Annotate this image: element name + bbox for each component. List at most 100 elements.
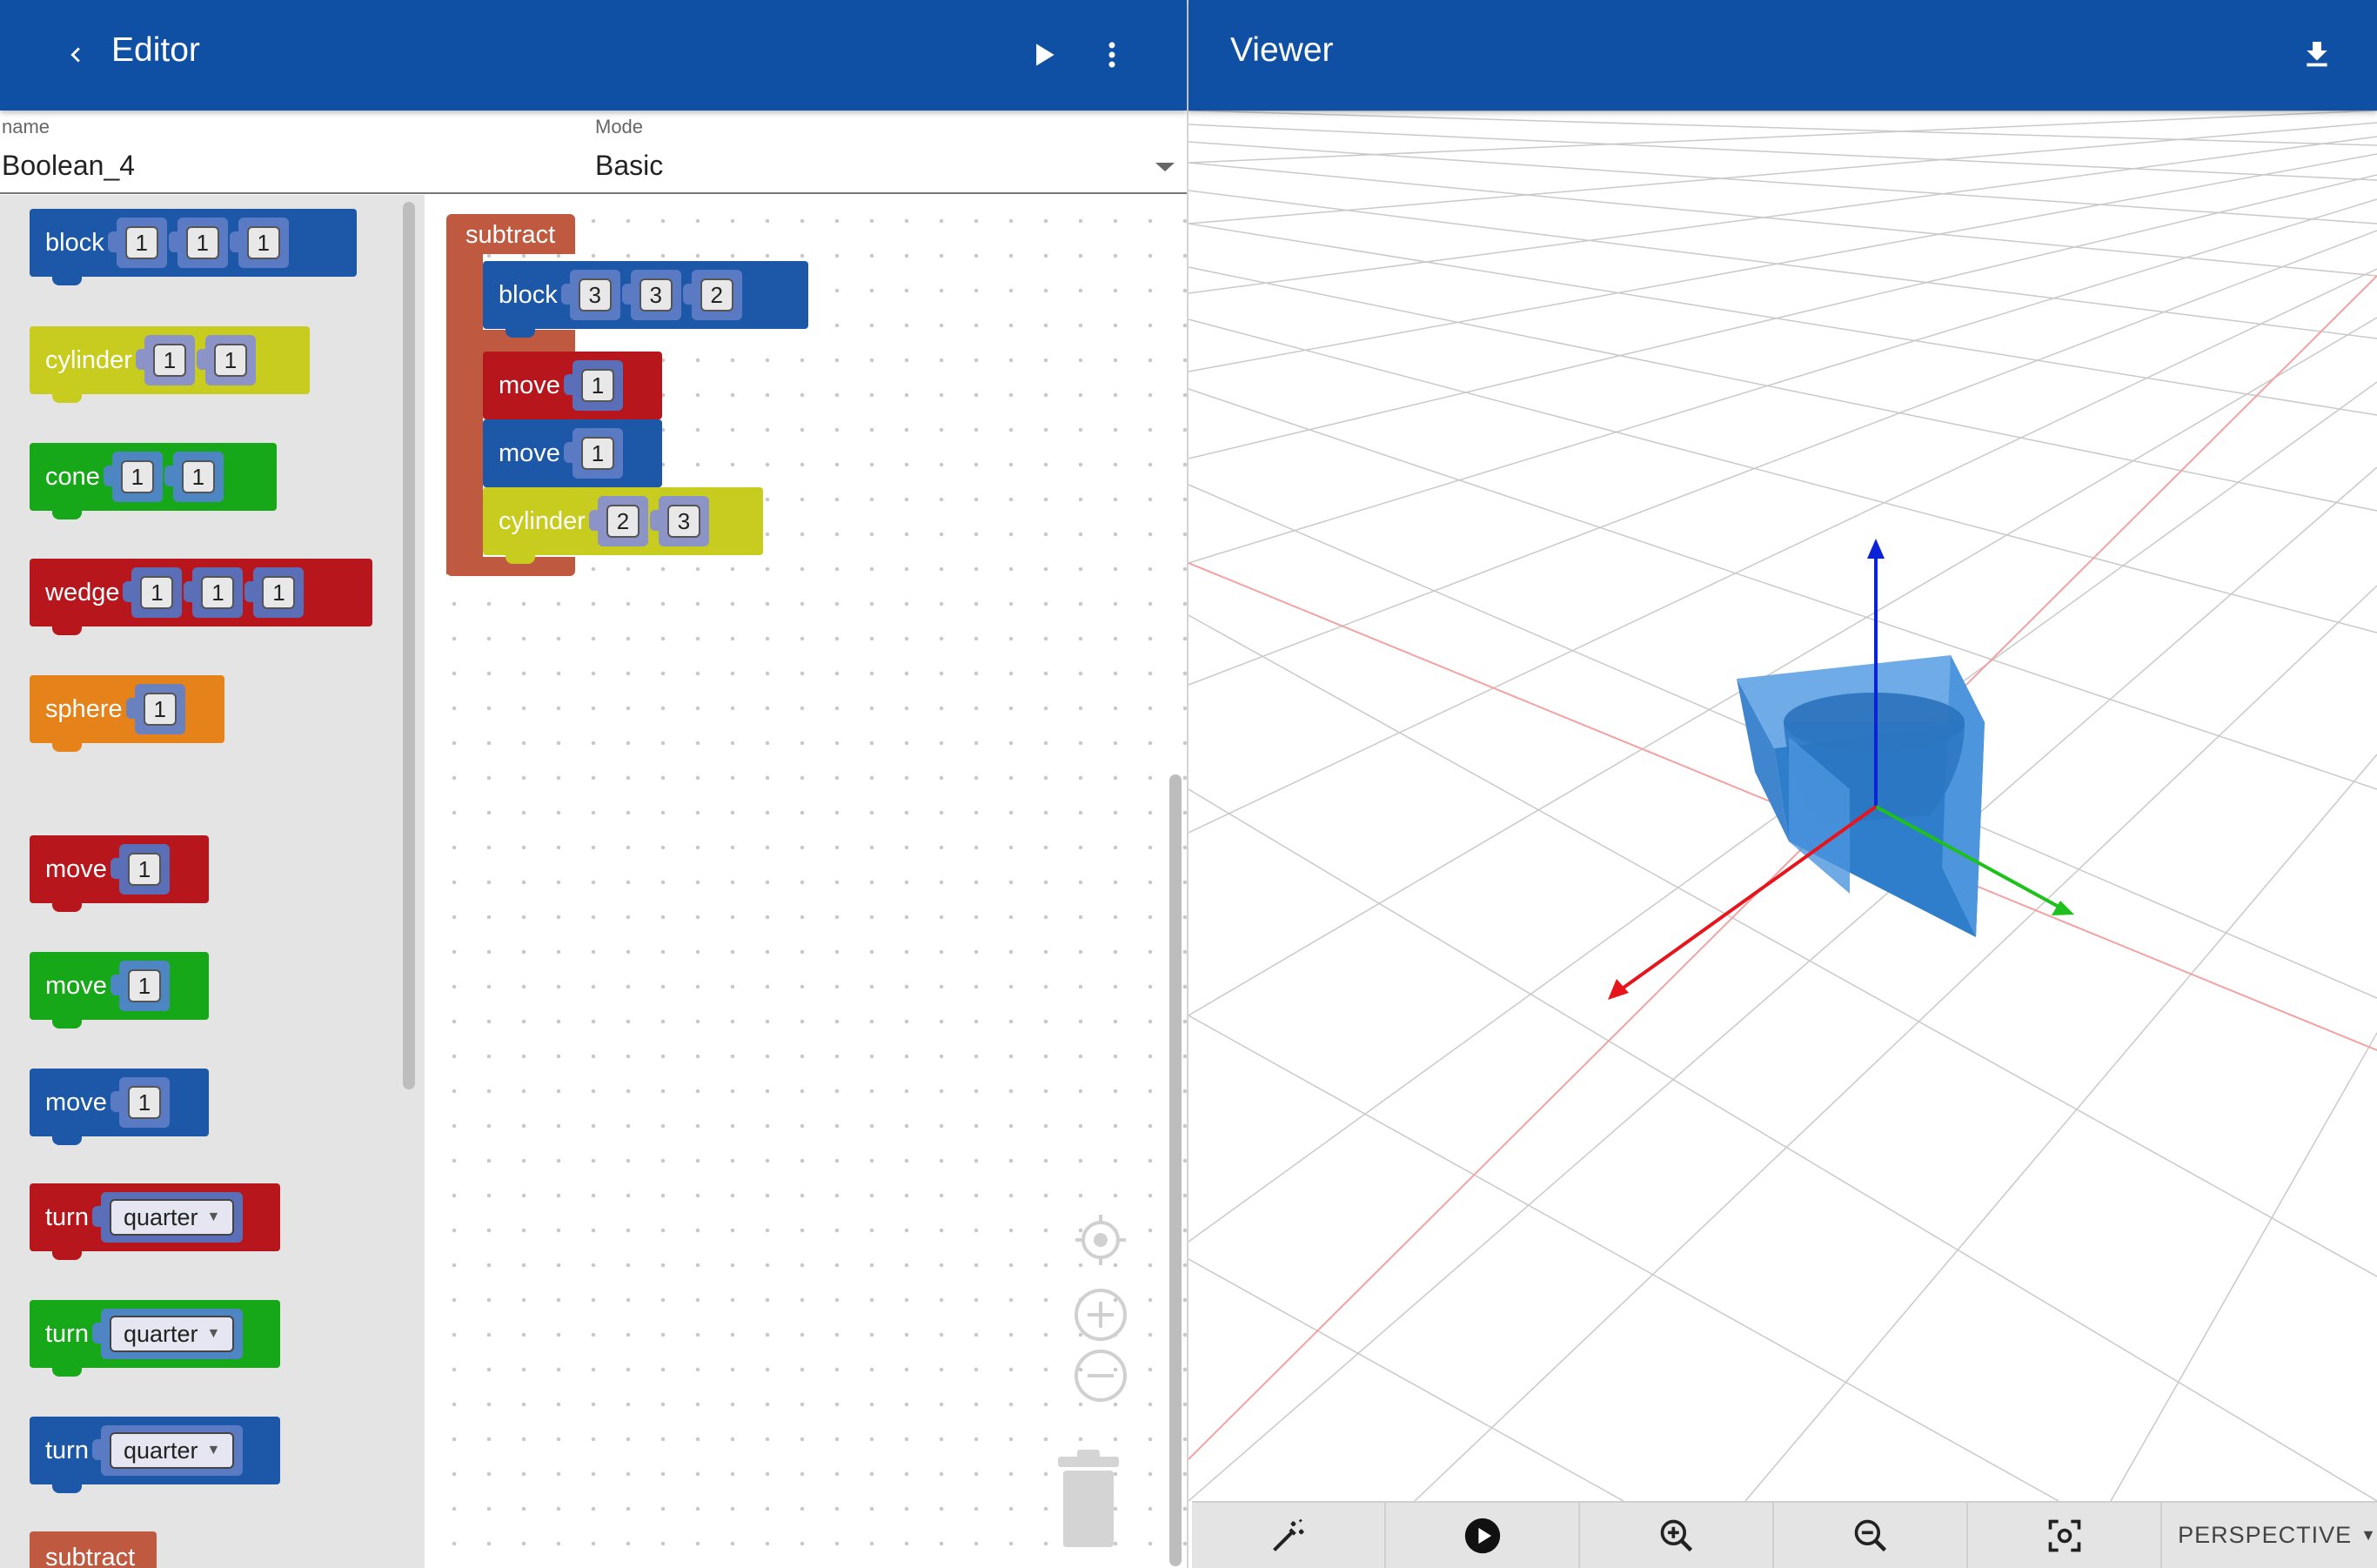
block-label: sphere — [45, 694, 123, 723]
block-toolbox: block 1 1 1 cylinder 1 1 cone 1 1 wedge … — [0, 195, 425, 1568]
dropdown-arrow-icon: ▼ — [206, 1443, 221, 1457]
workspace-scrollbar[interactable] — [1169, 774, 1182, 1566]
blocks-workspace[interactable]: subtract block 3 3 2 move 1 move 1 cylin… — [428, 195, 1187, 1568]
turn-amount-dropdown[interactable]: quarter ▼ — [109, 1199, 235, 1236]
block-label: move — [45, 1088, 107, 1116]
camera-mode-value: PERSPECTIVE — [2178, 1522, 2353, 1548]
name-field[interactable]: Boolean_4 — [2, 150, 135, 182]
toolbox-block-move-red[interactable]: move 1 — [30, 835, 209, 912]
run-button[interactable] — [1013, 24, 1074, 85]
viewer-zoom-in-button[interactable] — [1580, 1502, 1775, 1568]
viewer-appbar: Viewer — [1188, 0, 2377, 111]
block-label: turn — [45, 1436, 89, 1464]
camera-mode-select[interactable]: PERSPECTIVE ▼ — [2162, 1502, 2377, 1568]
download-button[interactable] — [2287, 24, 2347, 85]
workspace-block-move-red[interactable]: move 1 — [483, 352, 662, 428]
magic-wand-icon — [1272, 1518, 1303, 1551]
number-input[interactable]: 3 — [666, 505, 700, 538]
more-vert-icon — [1108, 42, 1115, 68]
number-input[interactable]: 1 — [120, 460, 154, 493]
mode-field-label: Mode — [595, 116, 644, 137]
trash-can[interactable] — [1049, 1448, 1128, 1552]
auto-fit-button[interactable] — [1192, 1502, 1387, 1568]
block-label: wedge — [45, 578, 120, 606]
dropdown-value: quarter — [123, 1437, 198, 1464]
viewer-zoom-out-button[interactable] — [1774, 1502, 1969, 1568]
number-input[interactable]: 2 — [606, 505, 639, 538]
zoom-out-icon — [1854, 1519, 1886, 1551]
reset-view-button[interactable] — [1968, 1502, 2163, 1568]
more-options-button[interactable] — [1081, 24, 1142, 85]
block-label: move — [499, 439, 560, 467]
mode-select[interactable]: Basic — [595, 150, 1178, 182]
toolbox-block-block[interactable]: block 1 1 1 — [30, 209, 357, 285]
number-input[interactable]: 1 — [580, 437, 614, 470]
block-label: move — [45, 971, 107, 1000]
dropdown-arrow-icon: ▼ — [206, 1326, 221, 1341]
turn-amount-dropdown[interactable]: quarter ▼ — [109, 1432, 235, 1469]
number-input[interactable]: 1 — [201, 576, 235, 609]
trash-icon — [1058, 1450, 1119, 1547]
dropdown-arrow-icon: ▼ — [206, 1210, 221, 1224]
number-input[interactable]: 1 — [580, 369, 614, 402]
toolbox-block-subtract[interactable]: subtract — [30, 1531, 157, 1568]
block-label: cylinder — [45, 345, 132, 374]
block-label: turn — [45, 1319, 89, 1348]
toolbox-block-turn-red[interactable]: turn quarter ▼ — [30, 1183, 280, 1260]
toolbox-block-wedge[interactable]: wedge 1 1 1 — [30, 559, 372, 635]
viewer-toolbar: PERSPECTIVE ▼ — [1192, 1501, 2377, 1568]
number-input[interactable]: 1 — [246, 226, 280, 259]
number-input[interactable]: 1 — [143, 693, 177, 726]
back-button[interactable] — [45, 24, 106, 85]
number-input[interactable]: 1 — [127, 853, 161, 886]
block-label: move — [499, 371, 560, 399]
block-label: turn — [45, 1203, 89, 1231]
toolbox-block-cone[interactable]: cone 1 1 — [30, 443, 277, 519]
toolbox-block-cylinder[interactable]: cylinder 1 1 — [30, 326, 310, 403]
toolbox-block-move-blue[interactable]: move 1 — [30, 1069, 209, 1145]
dropdown-value: quarter — [123, 1320, 198, 1347]
turn-amount-dropdown[interactable]: quarter ▼ — [109, 1316, 235, 1352]
toolbox-block-sphere[interactable]: sphere 1 — [30, 675, 224, 752]
zoom-out-button[interactable] — [1072, 1347, 1129, 1404]
dropdown-value: quarter — [123, 1203, 198, 1230]
viewport-3d[interactable] — [1188, 111, 2377, 1501]
play-icon — [1036, 44, 1055, 66]
number-input[interactable]: 1 — [124, 226, 158, 259]
center-focus-icon — [2048, 1519, 2080, 1551]
number-input[interactable]: 1 — [127, 1086, 161, 1119]
chevron-left-icon — [70, 47, 80, 63]
block-label: block — [45, 228, 104, 257]
number-input[interactable]: 2 — [700, 278, 733, 312]
number-input[interactable]: 1 — [213, 344, 247, 377]
animate-button[interactable] — [1386, 1502, 1581, 1568]
zoom-in-button[interactable] — [1072, 1286, 1129, 1344]
number-input[interactable]: 1 — [140, 576, 174, 609]
toolbox-block-turn-blue[interactable]: turn quarter ▼ — [30, 1417, 280, 1493]
number-input[interactable]: 1 — [185, 226, 219, 259]
recenter-button[interactable] — [1072, 1211, 1129, 1269]
block-label: move — [45, 854, 107, 883]
number-input[interactable]: 1 — [127, 969, 161, 1002]
block-label: block — [499, 280, 558, 309]
toolbox-block-turn-green[interactable]: turn quarter ▼ — [30, 1300, 280, 1377]
workspace-block-cylinder[interactable]: cylinder 2 3 — [483, 487, 763, 564]
subtract-container-spine — [446, 252, 483, 574]
toolbox-block-move-green[interactable]: move 1 — [30, 952, 209, 1029]
number-input[interactable]: 3 — [639, 278, 673, 312]
subtract-label: subtract — [465, 221, 556, 249]
plus-circle-icon — [1075, 1289, 1127, 1341]
number-input[interactable]: 1 — [181, 460, 215, 493]
name-field-label: name — [2, 116, 50, 137]
number-input[interactable]: 3 — [578, 278, 612, 312]
subtract-container-header[interactable]: subtract — [446, 214, 575, 254]
number-input[interactable]: 1 — [262, 576, 296, 609]
viewer-pane: Viewer PERSPECTIVE ▼ — [1188, 0, 2377, 1568]
number-input[interactable]: 1 — [152, 344, 186, 377]
zoom-in-icon — [1660, 1519, 1692, 1551]
workspace-block-block[interactable]: block 3 3 2 — [483, 261, 808, 338]
editor-pane: Editor name Boolean_4 Mode Basic block 1… — [0, 0, 1187, 1568]
dropdown-arrow-icon: ▼ — [2360, 1526, 2377, 1544]
toolbox-scrollbar[interactable] — [403, 202, 415, 1089]
workspace-block-move-blue[interactable]: move 1 — [483, 419, 662, 496]
